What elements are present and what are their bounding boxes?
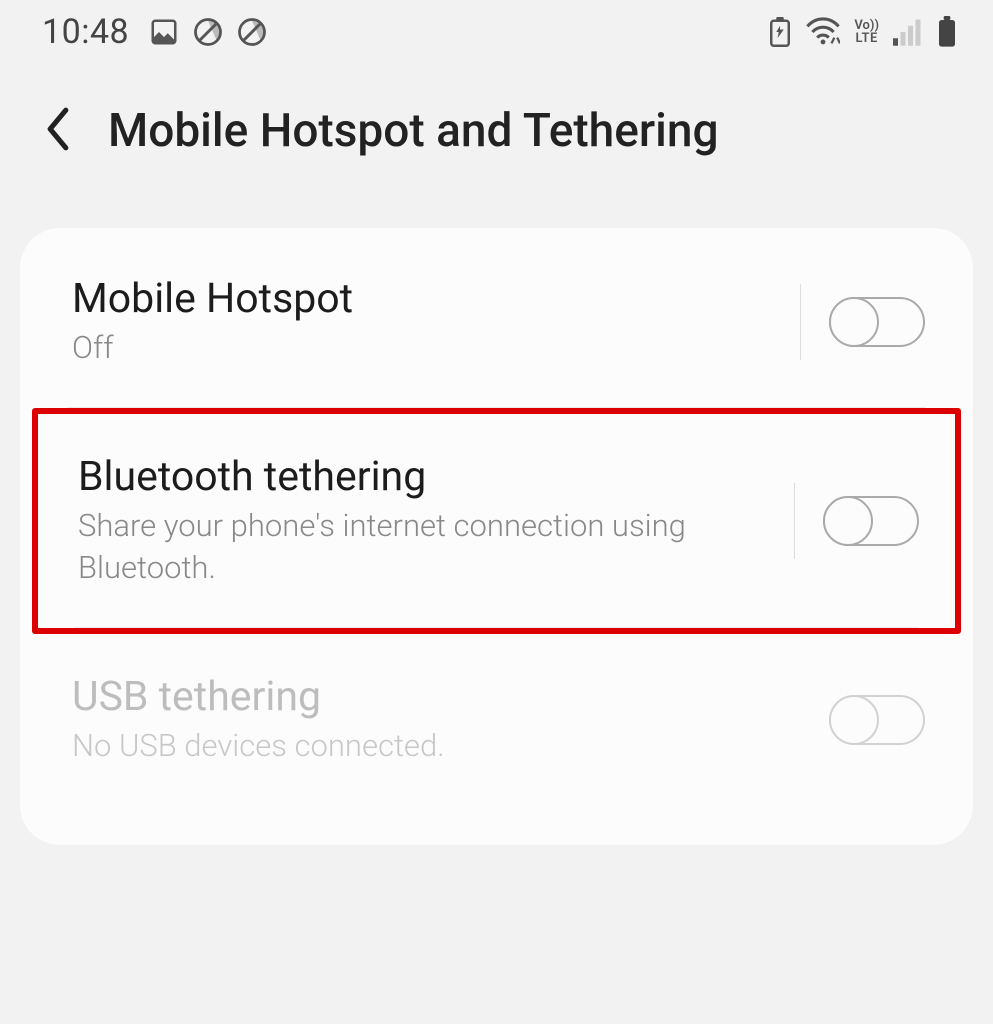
setting-title: Mobile Hotspot bbox=[72, 274, 776, 325]
page-header: Mobile Hotspot and Tethering bbox=[0, 64, 993, 228]
status-bar: 10:48 Vo))LTE bbox=[0, 0, 993, 64]
vertical-divider bbox=[794, 483, 795, 559]
status-bar-left: 10:48 bbox=[42, 12, 267, 52]
setting-title: USB tethering bbox=[72, 672, 813, 723]
volte-icon: Vo))LTE bbox=[854, 19, 879, 45]
setting-text: USB tethering No USB devices connected. bbox=[72, 672, 829, 767]
setting-subtitle: Off bbox=[72, 327, 712, 369]
page-title: Mobile Hotspot and Tethering bbox=[108, 104, 719, 158]
mobile-hotspot-toggle[interactable] bbox=[829, 297, 925, 347]
back-button[interactable] bbox=[36, 109, 80, 153]
highlight-box: Bluetooth tethering Share your phone's i… bbox=[32, 408, 961, 634]
status-time: 10:48 bbox=[42, 12, 129, 52]
vertical-divider bbox=[800, 284, 801, 360]
setting-text: Bluetooth tethering Share your phone's i… bbox=[78, 452, 786, 589]
image-icon bbox=[149, 17, 179, 47]
chevron-left-icon bbox=[44, 107, 72, 155]
setting-title: Bluetooth tethering bbox=[78, 452, 770, 503]
settings-card: Mobile Hotspot Off Bluetooth tethering S… bbox=[20, 228, 973, 845]
setting-mobile-hotspot[interactable]: Mobile Hotspot Off bbox=[20, 236, 973, 407]
setting-subtitle: No USB devices connected. bbox=[72, 725, 712, 767]
battery-icon bbox=[937, 16, 957, 48]
row-divider bbox=[74, 627, 919, 628]
wifi-icon bbox=[806, 17, 840, 47]
signal-icon bbox=[893, 18, 923, 46]
setting-subtitle: Share your phone's internet connection u… bbox=[78, 505, 718, 589]
usb-tethering-toggle bbox=[829, 695, 925, 745]
battery-saver-icon bbox=[768, 17, 792, 47]
setting-text: Mobile Hotspot Off bbox=[72, 274, 792, 369]
status-bar-right: Vo))LTE bbox=[768, 16, 957, 48]
setting-usb-tethering: USB tethering No USB devices connected. bbox=[20, 634, 973, 805]
setting-bluetooth-tethering[interactable]: Bluetooth tethering Share your phone's i… bbox=[38, 414, 955, 627]
bluetooth-tethering-toggle[interactable] bbox=[823, 496, 919, 546]
circle-slash-icon bbox=[237, 17, 267, 47]
circle-slash-icon bbox=[193, 17, 223, 47]
